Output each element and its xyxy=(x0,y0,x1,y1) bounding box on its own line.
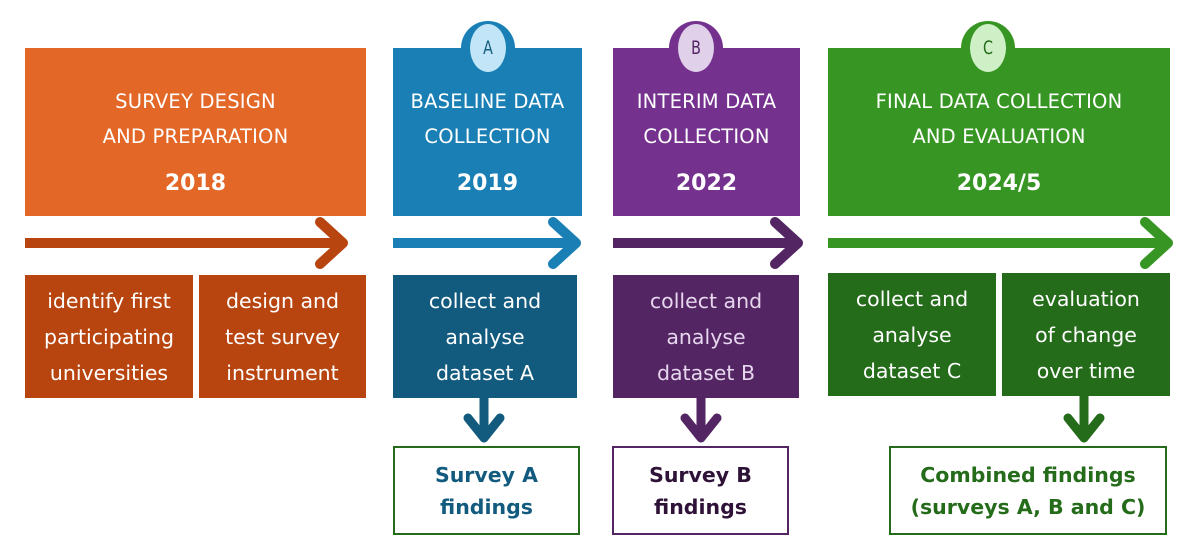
timeline-arrow-design xyxy=(25,217,348,269)
task-box: evaluation of change over time xyxy=(1002,273,1170,396)
phase-header-final: FINAL DATA COLLECTION AND EVALUATION 202… xyxy=(828,48,1170,216)
badge-b: B xyxy=(672,24,720,72)
phase-year: 2022 xyxy=(675,171,738,196)
phase-title: SURVEY DESIGN AND PREPARATION xyxy=(102,90,289,148)
findings-box-survey-a: Survey A findings xyxy=(393,446,580,535)
phase-year: 2018 xyxy=(164,171,227,196)
task-box: identify first participating universitie… xyxy=(25,275,193,398)
findings-box-combined: Combined findings (surveys A, B and C) xyxy=(889,446,1167,535)
task-box: collect and analyse dataset B xyxy=(613,275,799,398)
task-box: collect and analyse dataset A xyxy=(393,275,577,398)
badge-label: C xyxy=(970,24,1006,72)
phase-title: BASELINE DATA COLLECTION xyxy=(410,90,565,148)
task-box: design and test survey instrument xyxy=(199,275,366,398)
down-arrow-baseline xyxy=(463,398,505,443)
task-box: collect and analyse dataset C xyxy=(828,273,996,396)
phase-year: 2024/5 xyxy=(956,171,1042,196)
badge-label: A xyxy=(470,24,506,72)
badge-c: C xyxy=(964,24,1012,72)
phase-header-interim: INTERIM DATA COLLECTION 2022 xyxy=(613,48,800,216)
badge-label: B xyxy=(678,24,714,72)
timeline-arrow-interim xyxy=(613,217,803,269)
findings-box-survey-b: Survey B findings xyxy=(612,446,789,535)
timeline-arrow-baseline xyxy=(393,217,581,269)
badge-a: A xyxy=(464,24,512,72)
phase-title: INTERIM DATA COLLECTION xyxy=(636,90,777,148)
down-arrow-interim xyxy=(680,398,722,443)
phase-title: FINAL DATA COLLECTION AND EVALUATION xyxy=(875,90,1123,148)
phase-year: 2019 xyxy=(456,171,519,196)
down-arrow-final xyxy=(1063,396,1105,443)
timeline-arrow-final xyxy=(828,217,1173,269)
phase-header-design: SURVEY DESIGN AND PREPARATION 2018 xyxy=(25,48,366,216)
